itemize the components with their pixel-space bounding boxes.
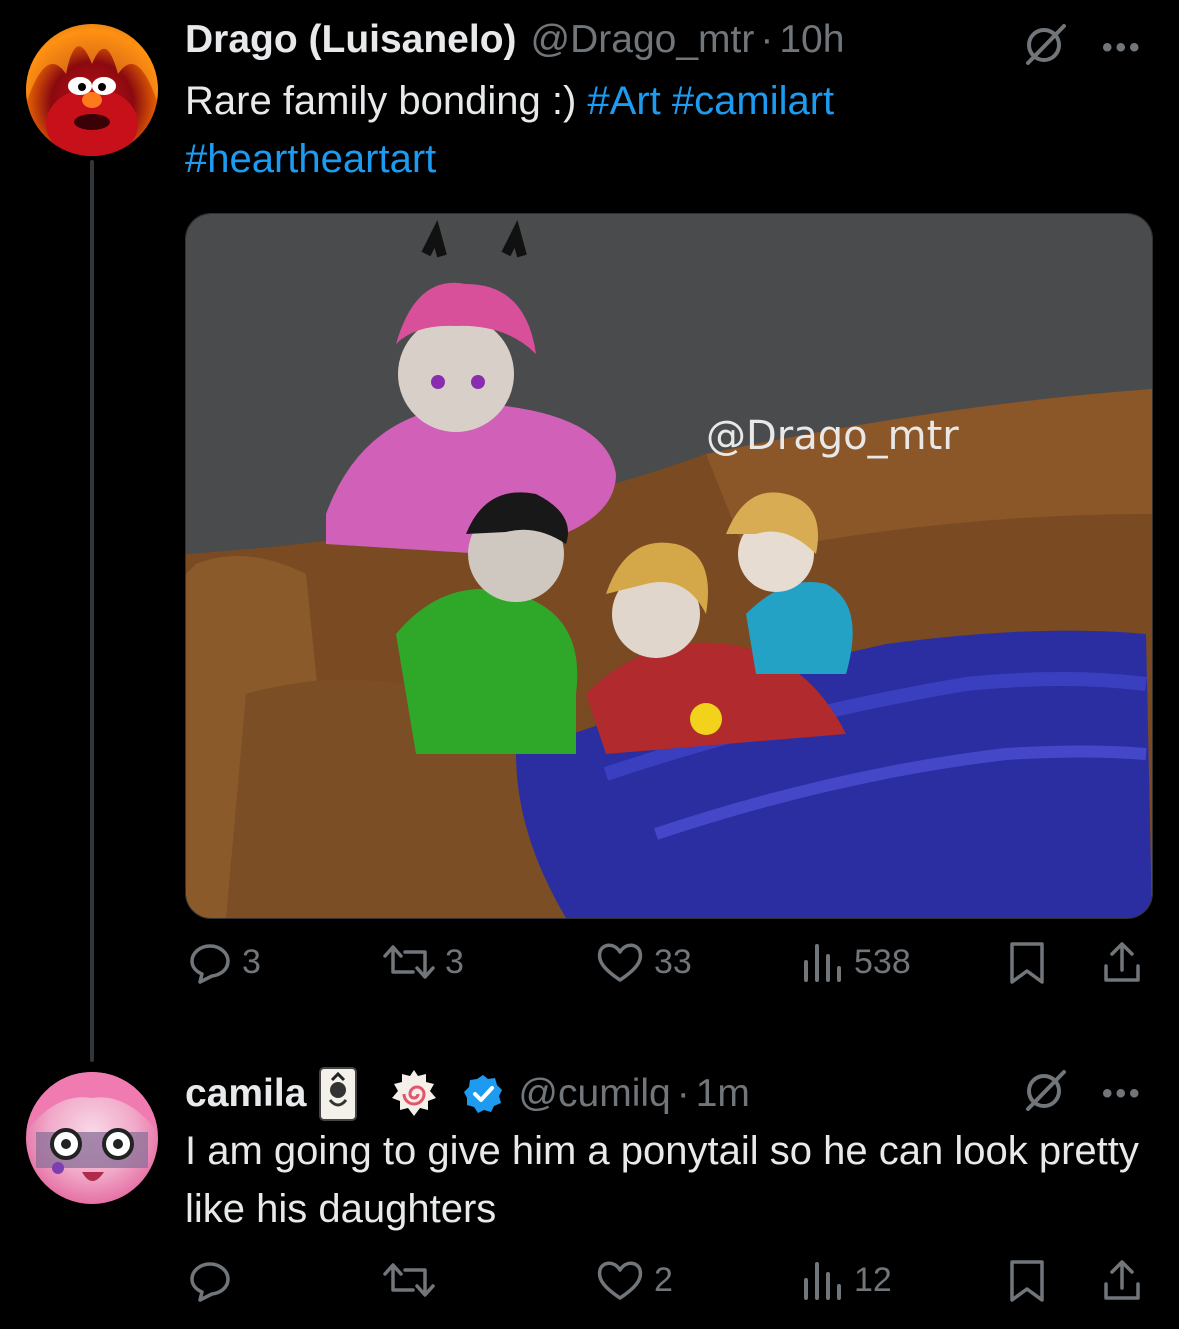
repost-count: 3: [445, 942, 464, 981]
separator-dot: ·: [760, 18, 774, 61]
tweet1-text: Rare family bonding :) #Art #camilart #h…: [185, 72, 1145, 188]
tweet2-actions: 2 12: [188, 1258, 1148, 1318]
hashtag-heartheartart[interactable]: #heartheartart: [185, 137, 436, 181]
views-icon: [804, 944, 841, 982]
grok-icon[interactable]: [1022, 1068, 1068, 1119]
avatar-image: [26, 1072, 158, 1181]
thread-connector-line: [90, 160, 94, 1062]
like-count: 33: [654, 942, 692, 981]
naruto-emoji-icon: [388, 1068, 440, 1120]
share-icon: [1104, 942, 1140, 982]
post-body: Rare family bonding :): [185, 79, 577, 123]
tweet1-header: Drago (Luisanelo) @Drago_mtr · 10h: [185, 18, 844, 62]
share-icon: [1104, 1260, 1140, 1300]
grok-icon[interactable]: [1022, 22, 1068, 73]
like-icon: [597, 1261, 643, 1300]
post-image[interactable]: @Drago_mtr: [185, 213, 1153, 919]
views-icon: [804, 1262, 841, 1300]
repost-icon: [383, 1263, 435, 1297]
like-icon: [597, 943, 643, 982]
views-count: 538: [854, 942, 911, 981]
repost-button[interactable]: 3: [383, 940, 464, 984]
bookmark-icon: [1010, 942, 1044, 984]
reply-count: 3: [242, 942, 261, 981]
more-icon[interactable]: •••: [1102, 31, 1143, 65]
repost-button[interactable]: [383, 1258, 435, 1302]
media-watermark: @Drago_mtr: [706, 413, 959, 459]
separator-dot: ·: [676, 1072, 690, 1115]
avatar-camila[interactable]: [26, 1072, 158, 1204]
tweet2-text: I am going to give him a ponytail so he …: [185, 1122, 1145, 1238]
repost-icon: [383, 945, 435, 979]
artwork-illustration: @Drago_mtr: [186, 214, 1152, 918]
bookmark-button[interactable]: [1006, 940, 1048, 986]
like-button[interactable]: 2: [596, 1258, 673, 1302]
post-time[interactable]: 1m: [696, 1072, 750, 1116]
author-name[interactable]: camila: [185, 1072, 306, 1116]
like-button[interactable]: 33: [596, 940, 692, 984]
views-button[interactable]: 538: [800, 940, 911, 984]
hashtag-art[interactable]: #Art: [587, 79, 660, 123]
post-body: I am going to give him a ponytail so he …: [185, 1129, 1139, 1231]
hashtag-camilart[interactable]: #camilart: [672, 79, 834, 123]
share-button[interactable]: [1100, 940, 1144, 986]
reply-icon: [190, 1262, 230, 1302]
share-button[interactable]: [1100, 1258, 1144, 1304]
more-icon[interactable]: •••: [1102, 1077, 1143, 1111]
reply-icon: [190, 944, 230, 984]
author-name[interactable]: Drago (Luisanelo): [185, 18, 517, 62]
post-time[interactable]: 10h: [779, 18, 844, 62]
verified-badge-icon[interactable]: [462, 1073, 504, 1115]
tweet2-top-actions: •••: [1022, 1068, 1143, 1119]
tweet1-top-actions: •••: [1022, 22, 1143, 73]
like-count: 2: [654, 1260, 673, 1299]
tweet1-actions: 3 3 33 538: [188, 940, 1148, 1000]
reply-button[interactable]: [188, 1258, 232, 1302]
bookmark-icon: [1010, 1260, 1044, 1302]
avatar-drago[interactable]: [26, 24, 158, 156]
tweet2-header: camila @cumilq · 1m: [185, 1066, 750, 1122]
views-count: 12: [854, 1260, 892, 1299]
author-handle[interactable]: @cumilq: [518, 1072, 670, 1116]
reply-button[interactable]: 3: [188, 940, 261, 984]
author-handle[interactable]: @Drago_mtr: [531, 18, 755, 62]
avatar-image: [26, 24, 158, 156]
views-button[interactable]: 12: [800, 1258, 892, 1302]
bookmark-button[interactable]: [1006, 1258, 1048, 1304]
card-emoji-icon: [318, 1066, 358, 1122]
